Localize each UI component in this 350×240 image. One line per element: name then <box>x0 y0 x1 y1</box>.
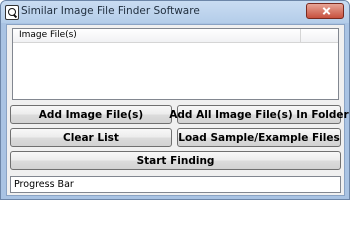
progress-bar: Progress Bar <box>10 176 341 193</box>
add-image-files-button[interactable]: Add Image File(s) <box>10 105 172 124</box>
app-window: Similar Image File Finder Software Image… <box>0 0 350 200</box>
image-file-list[interactable]: Image File(s) <box>12 28 339 100</box>
column-header-label: Image File(s) <box>19 30 77 40</box>
load-sample-files-button[interactable]: Load Sample/Example Files <box>177 128 341 147</box>
client-area: Image File(s) Add Image File(s) Add All … <box>6 24 349 196</box>
column-header-image-files[interactable]: Image File(s) <box>13 29 301 42</box>
progress-label: Progress Bar <box>14 179 74 190</box>
list-header: Image File(s) <box>13 29 338 43</box>
clear-list-button[interactable]: Clear List <box>10 128 172 147</box>
title-bar[interactable]: Similar Image File Finder Software <box>1 1 349 23</box>
window-title: Similar Image File Finder Software <box>21 5 200 17</box>
add-folder-button[interactable]: Add All Image File(s) In Folder <box>169 105 349 124</box>
close-icon[interactable] <box>306 3 344 19</box>
magnifier-app-icon[interactable] <box>5 5 19 20</box>
start-finding-button[interactable]: Start Finding <box>10 151 341 170</box>
